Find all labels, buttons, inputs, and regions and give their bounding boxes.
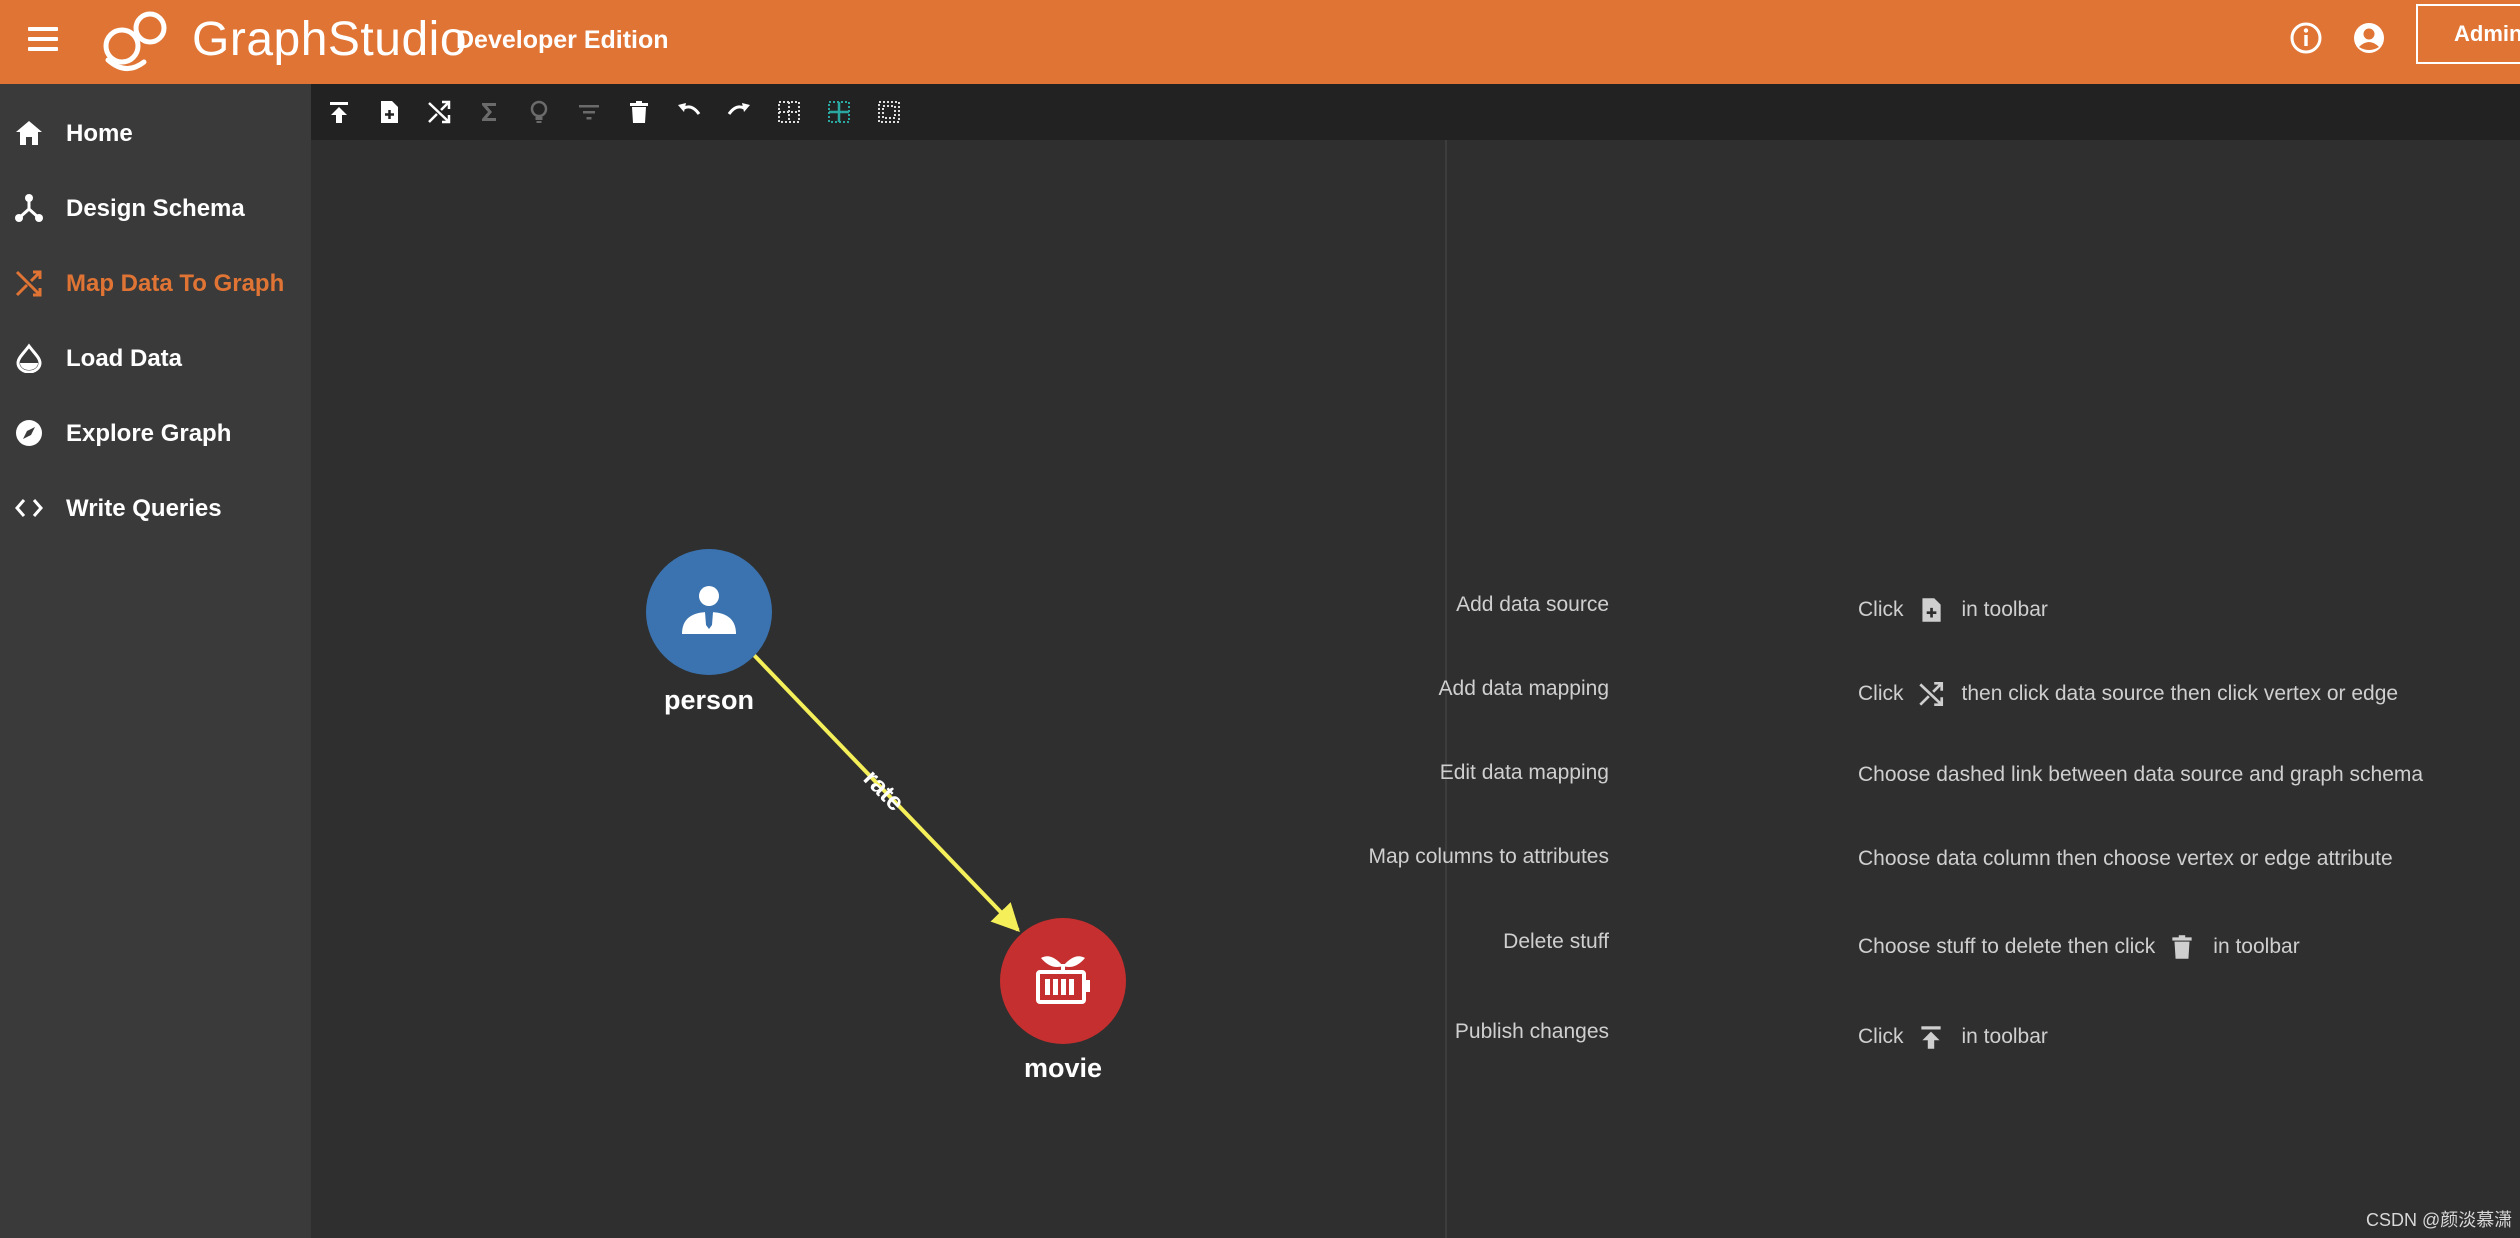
add-file-icon [1916,595,1946,625]
grid-highlight-icon[interactable] [825,98,853,126]
help-text: in toolbar [2213,935,2300,958]
help-label: Delete stuff [1503,930,1609,953]
sidebar-item-map-data-to-graph[interactable]: Map Data To Graph [0,254,311,310]
help-label: Add data mapping [1438,677,1609,700]
help-row-edit-data-mapping: Edit data mapping Choose dashed link bet… [1440,751,2520,801]
node-label: person [664,685,754,715]
undo-icon[interactable] [675,98,703,126]
trash-icon[interactable] [625,98,653,126]
shuffle-icon [1916,679,1946,709]
info-icon[interactable] [2288,20,2324,56]
admin-button[interactable]: Admin [2416,4,2520,64]
help-panel: Add data source Click in toolbar Add dat… [1369,140,2520,1238]
sidebar-item-label: Explore Graph [66,420,232,447]
help-row-delete-stuff: Delete stuff Choose stuff to delete then… [1447,920,2520,970]
lightbulb-icon [530,100,548,123]
shuffle-icon[interactable] [425,98,453,126]
filter-icon [579,105,599,120]
publish-icon [1916,1022,1946,1052]
edge-rate[interactable]: rate [749,650,1020,933]
help-text: Choose data column then choose vertex or… [1858,847,2393,870]
help-text: then click data source then click vertex… [1961,682,2399,705]
top-bar: GraphStudio Developer Edition Admin [0,0,2520,84]
help-text: Choose dashed link between data source a… [1858,763,2424,786]
trash-icon [2167,932,2197,962]
help-text: in toolbar [1961,1025,2048,1048]
help-label: Edit data mapping [1439,761,1609,784]
help-text: Click [1858,598,1904,621]
help-text: Choose stuff to delete then click [1858,935,2156,958]
help-row-publish-changes: Publish changes Click in toolbar [1447,1010,2520,1060]
brand-name: GraphStudio [192,13,468,66]
drop-icon [16,343,42,373]
sidebar-item-load-data[interactable]: Load Data [0,329,311,385]
help-row-add-data-mapping: Add data mapping Click then click data s… [1439,667,2520,717]
node-movie[interactable]: movie [1000,918,1126,1083]
help-row-map-columns: Map columns to attributes Choose data co… [1369,835,2520,885]
graph-canvas[interactable]: rate person movie [311,140,1445,1238]
shuffle-icon [15,270,42,297]
help-label: Map columns to attributes [1368,845,1609,868]
grid-dashed-icon[interactable] [875,98,903,126]
menu-icon[interactable] [28,24,60,56]
help-text: Click [1858,682,1904,705]
watermark: CSDN @颜淡慕潇 [2366,1210,2513,1230]
sidebar-item-label: Load Data [66,345,183,372]
sidebar-item-label: Write Queries [66,495,222,522]
sidebar-item-label: Home [66,120,133,147]
publish-icon[interactable] [325,98,353,126]
compass-icon [16,420,42,446]
sidebar-item-explore-graph[interactable]: Explore Graph [0,404,311,460]
sidebar-item-label: Map Data To Graph [66,270,285,297]
help-label: Publish changes [1454,1020,1609,1043]
help-text: Click [1858,1025,1904,1048]
node-person[interactable]: person [646,549,772,715]
sidebar-item-label: Design Schema [66,195,245,222]
schema-icon [15,194,43,222]
sidebar-item-home[interactable]: Home [0,104,311,160]
grid-select-icon[interactable] [775,98,803,126]
help-text: in toolbar [1961,598,2048,621]
add-file-icon[interactable] [375,98,403,126]
help-label: Add data source [1456,593,1609,616]
code-icon [15,499,43,517]
redo-icon[interactable] [725,98,753,126]
home-icon [16,121,42,145]
help-row-add-data-source: Add data source Click in toolbar [1447,583,2520,633]
node-label: movie [1024,1053,1102,1083]
sidebar-item-design-schema[interactable]: Design Schema [0,179,311,235]
sidebar-item-write-queries[interactable]: Write Queries [0,479,311,535]
graphstudio-logo-icon [103,11,167,71]
account-icon[interactable] [2351,20,2387,56]
sidebar: Home Design Schema Map Data To Graph Loa… [0,84,311,1238]
graph-svg: rate person movie [646,549,1126,1083]
toolbar [311,84,2520,140]
sigma-icon [482,103,496,121]
edition-label: Developer Edition [456,26,669,54]
